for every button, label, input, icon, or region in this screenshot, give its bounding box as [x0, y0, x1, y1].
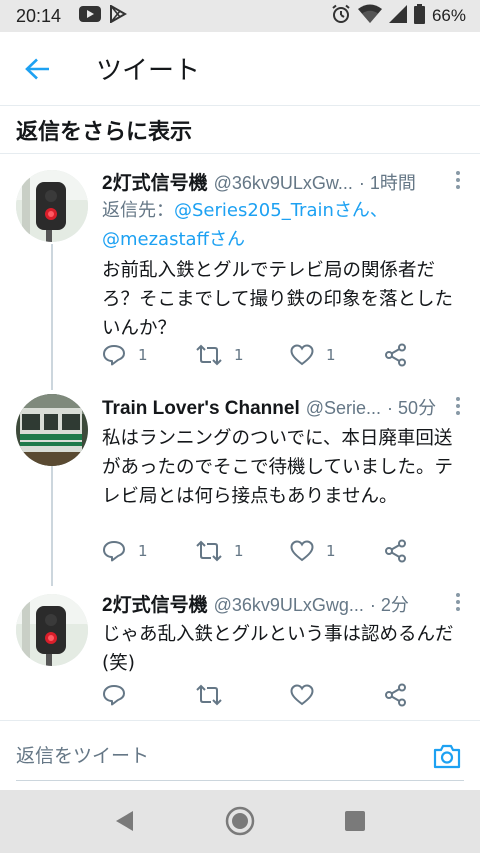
reply-button[interactable]: 1 [102, 536, 148, 566]
share-icon [385, 343, 406, 367]
replying-to-label: 返信先： [102, 200, 174, 221]
tweet-author-name[interactable]: Train Lover's Channel [102, 398, 300, 420]
signal-icon [388, 4, 407, 28]
play-store-icon [109, 3, 128, 28]
retweet-count: 1 [234, 346, 244, 364]
reply-button[interactable] [102, 680, 138, 710]
retweet-icon [196, 344, 222, 366]
show-more-replies-button[interactable]: 返信をさらに表示 [0, 106, 480, 154]
tweet[interactable]: 2灯式信号機 @36kv9ULxGwg... · 2分 じゃあ乱入鉄とグルという… [0, 574, 480, 720]
signal-light-avatar-image [16, 170, 88, 242]
retweet-button[interactable] [196, 680, 234, 710]
back-button[interactable] [0, 32, 76, 106]
alarm-icon [331, 4, 351, 29]
share-icon [385, 683, 406, 707]
tweet-actions: 1 1 1 [102, 536, 422, 566]
tweet-text: 私はランニングのついでに、本日廃車回送があったのでそこで待機していました。テレビ… [102, 428, 453, 507]
avatar[interactable] [16, 394, 88, 466]
like-count: 1 [326, 542, 336, 560]
reply-button[interactable]: 1 [102, 340, 148, 370]
reply-icon [103, 685, 125, 706]
app-bar: ツイート [0, 32, 480, 106]
reply-input-underline [16, 780, 464, 781]
nav-back-icon [116, 811, 133, 831]
tweet-author-handle: @36kv9ULxGw... [213, 173, 353, 193]
reply-composer: 返信をツイート [0, 720, 480, 790]
mention-link[interactable]: @mezastaffさん [102, 229, 245, 250]
heart-icon [290, 684, 314, 706]
nav-home-button[interactable] [225, 806, 255, 836]
tweet-author-handle: @36kv9ULxGwg... [213, 595, 364, 615]
reply-icon [103, 345, 125, 366]
retweet-icon [196, 684, 222, 706]
tweet[interactable]: 2灯式信号機 @36kv9ULxGw... · 1時間 返信先：@Series2… [0, 154, 480, 378]
train-avatar-image [16, 394, 88, 466]
reply-count: 1 [138, 542, 148, 560]
more-options-icon[interactable] [448, 590, 468, 614]
like-button[interactable]: 1 [290, 340, 336, 370]
share-button[interactable] [384, 340, 408, 370]
nav-back-button[interactable] [109, 806, 139, 836]
avatar[interactable] [16, 594, 88, 666]
share-button[interactable] [384, 536, 408, 566]
tweet-author-name[interactable]: 2灯式信号機 [102, 168, 208, 195]
battery-icon [413, 3, 425, 29]
replying-to: 返信先：@Series205_Trainさん、 @mezastaffさん [102, 196, 462, 254]
retweet-icon [196, 540, 222, 562]
reply-icon [103, 541, 125, 562]
tweet-timestamp: · 2分 [369, 595, 409, 615]
mention-link[interactable]: @Series205_Trainさん、 [174, 200, 388, 221]
reply-count: 1 [138, 346, 148, 364]
tweet-text: お前乱入鉄とグルでテレビ局の関係者だろ？そこまでして撮り鉄の印象を落としたいんか… [102, 260, 453, 339]
status-bar: 20:14 66% [0, 0, 480, 32]
more-options-icon[interactable] [448, 168, 468, 192]
tweet-timestamp: · 1時間 [358, 173, 416, 193]
nav-recents-icon [345, 811, 365, 831]
youtube-icon [79, 5, 102, 27]
tweet-actions [102, 680, 422, 710]
signal-light-avatar-image [16, 594, 88, 666]
avatar[interactable] [16, 170, 88, 242]
battery-percent: 66% [431, 6, 466, 25]
like-button[interactable] [290, 680, 326, 710]
tweet-actions: 1 1 1 [102, 340, 422, 370]
like-button[interactable]: 1 [290, 536, 336, 566]
tweet[interactable]: Train Lover's Channel @Serie... · 50分 私は… [0, 378, 480, 574]
reply-input[interactable]: 返信をツイート [16, 741, 149, 768]
tweet-author-handle: @Serie... [305, 398, 382, 418]
tweet-text: じゃあ乱入鉄とグルという事は認めるんだ(笑) [102, 624, 454, 674]
back-arrow-icon [25, 58, 49, 79]
share-icon [385, 539, 406, 563]
wifi-icon [357, 4, 382, 29]
retweet-button[interactable]: 1 [196, 340, 244, 370]
retweet-button[interactable]: 1 [196, 536, 244, 566]
tweet-author-name[interactable]: 2灯式信号機 [102, 590, 208, 617]
nav-home-icon [225, 806, 255, 836]
like-count: 1 [326, 346, 336, 364]
status-time: 20:14 [16, 5, 62, 26]
camera-button[interactable] [432, 741, 462, 771]
tweet-timestamp: · 50分 [387, 398, 437, 418]
heart-icon [290, 540, 314, 562]
system-navigation-bar [0, 790, 480, 853]
heart-icon [290, 344, 314, 366]
share-button[interactable] [384, 680, 408, 710]
camera-icon [433, 744, 461, 769]
retweet-count: 1 [234, 542, 244, 560]
more-options-icon[interactable] [448, 394, 468, 418]
nav-recents-button[interactable] [340, 806, 370, 836]
page-title: ツイート [96, 55, 201, 85]
